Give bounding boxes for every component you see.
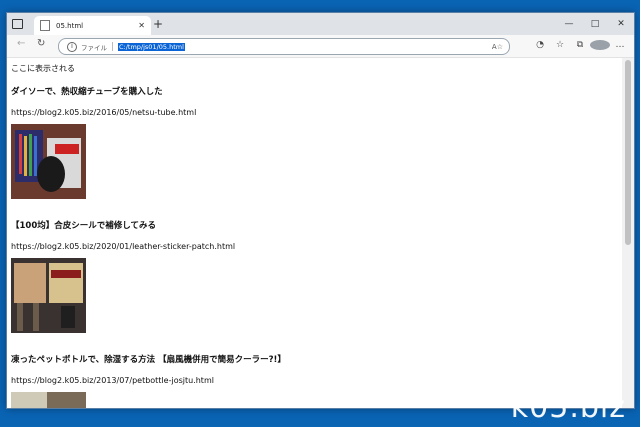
file-icon — [40, 20, 50, 31]
watermark-logo: k05.biz — [510, 390, 626, 425]
address-url[interactable]: C:/tmp/js01/05.html — [118, 42, 185, 51]
tab-close-icon[interactable]: ✕ — [138, 21, 145, 30]
scrollbar[interactable] — [622, 58, 634, 408]
profile-icon[interactable] — [590, 38, 610, 53]
minimize-button[interactable]: — — [556, 13, 582, 35]
back-icon[interactable]: ← — [17, 38, 25, 49]
intro-text: ここに表示される — [11, 64, 75, 73]
more-icon[interactable]: … — [610, 38, 630, 53]
window-controls: — □ ✕ — [556, 13, 634, 35]
tab-title: 05.html — [56, 21, 84, 30]
tab-05-html[interactable]: 05.html ✕ — [34, 16, 151, 35]
tab-actions-icon[interactable] — [10, 17, 24, 31]
thumbnail-image — [11, 124, 86, 199]
address-divider — [112, 42, 113, 51]
favorites-icon[interactable]: ☆ — [550, 38, 570, 53]
scrollbar-thumb[interactable] — [625, 60, 631, 245]
refresh-icon[interactable]: ↻ — [37, 38, 45, 49]
item-title: ダイソーで、熱収縮チューブを購入した — [11, 87, 163, 97]
toolbar-icons: ◔ ☆ ⧉ … — [530, 38, 630, 53]
new-tab-button[interactable]: + — [153, 17, 163, 31]
extensions-icon[interactable]: ◔ — [530, 38, 550, 53]
thumbnail-image — [11, 258, 86, 333]
item-title: 【100均】合皮シールで補修してみる — [11, 221, 156, 231]
browser-window: 05.html ✕ + — □ ✕ ← ↻ i ファイル C:/tmp/js01… — [6, 12, 635, 409]
info-icon[interactable]: i — [67, 41, 77, 52]
address-bar[interactable]: i ファイル C:/tmp/js01/05.html A☆ — [58, 38, 510, 55]
thumbnail-image — [11, 392, 86, 408]
maximize-button[interactable]: □ — [582, 13, 608, 35]
toolbar: ← ↻ i ファイル C:/tmp/js01/05.html A☆ ◔ ☆ ⧉ … — [7, 35, 634, 58]
tab-bar: 05.html ✕ + — □ ✕ — [7, 13, 634, 35]
item-url[interactable]: https://blog2.k05.biz/2016/05/netsu-tube… — [11, 108, 196, 117]
page-content: ここに表示される ダイソーで、熱収縮チューブを購入した https://blog… — [7, 58, 621, 408]
item-url[interactable]: https://blog2.k05.biz/2013/07/petbottle-… — [11, 376, 214, 385]
read-aloud-icon[interactable]: A☆ — [492, 43, 503, 51]
item-title: 凍ったペットボトルで、除湿する方法 【扇風機併用で簡易クーラー?!】 — [11, 355, 286, 365]
item-url[interactable]: https://blog2.k05.biz/2020/01/leather-st… — [11, 242, 235, 251]
address-scheme: ファイル — [81, 43, 107, 52]
close-button[interactable]: ✕ — [608, 13, 634, 35]
collections-icon[interactable]: ⧉ — [570, 38, 590, 53]
